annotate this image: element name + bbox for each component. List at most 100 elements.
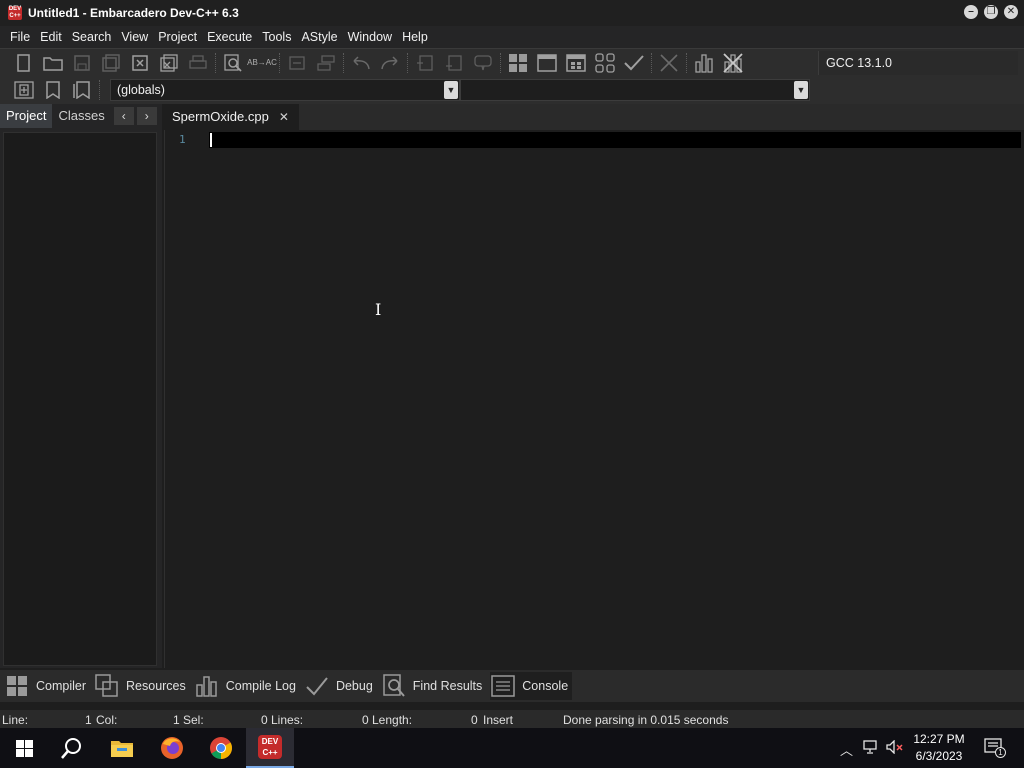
title-bar: DEV C++ Untitled1 - Embarcadero Dev-C++ … — [0, 0, 1024, 26]
tab-compile-log[interactable]: Compile Log — [194, 672, 296, 700]
tab-console-label: Console — [522, 679, 569, 693]
taskbar-firefox[interactable] — [148, 728, 196, 768]
find-icon[interactable] — [221, 51, 245, 75]
editor-tab[interactable]: SpermOxide.cpp ✕ — [164, 104, 299, 130]
folder-icon — [111, 741, 133, 757]
code-editor[interactable]: 1 I — [164, 130, 1024, 668]
toolbar-separator — [651, 52, 653, 73]
tab-console[interactable]: Console — [490, 672, 573, 700]
open-folder-icon[interactable] — [41, 51, 65, 75]
bar-chart-icon — [194, 673, 220, 699]
toolbar-separator — [99, 80, 101, 100]
comment-icon[interactable] — [285, 51, 309, 75]
menu-tools[interactable]: Tools — [257, 26, 296, 48]
compile-run-icon[interactable] — [564, 51, 588, 75]
chevron-down-icon[interactable]: ▼ — [444, 81, 458, 99]
menu-window[interactable]: Window — [343, 26, 397, 48]
close-all-icon[interactable] — [157, 51, 181, 75]
menu-astyle[interactable]: AStyle — [296, 26, 342, 48]
project-tree[interactable] — [3, 132, 157, 666]
start-button[interactable] — [0, 728, 48, 768]
status-col-value: 1 — [173, 713, 180, 727]
tab-project[interactable]: Project — [0, 104, 53, 128]
tab-classes[interactable]: Classes — [52, 104, 110, 128]
tab-find-results[interactable]: Find Results — [381, 672, 482, 700]
chevron-up-icon[interactable]: ︿ — [840, 740, 853, 759]
taskbar-search[interactable] — [48, 728, 96, 768]
tab-find-results-label: Find Results — [412, 679, 483, 693]
delete-profile-icon[interactable] — [721, 51, 745, 75]
class-toolbar: (globals) ▼ ▼ — [0, 76, 1024, 104]
compile-icon[interactable] — [506, 51, 530, 75]
close-icon[interactable]: ✕ — [279, 105, 289, 129]
syntax-check-icon[interactable] — [622, 51, 646, 75]
close-button[interactable]: ✕ — [1004, 5, 1018, 19]
indent-icon[interactable] — [413, 51, 437, 75]
firefox-icon — [161, 737, 183, 759]
menu-edit[interactable]: Edit — [35, 26, 67, 48]
tab-debug[interactable]: Debug — [304, 672, 373, 700]
tab-compile-log-label: Compile Log — [225, 679, 296, 693]
compiler-selector[interactable]: GCC 13.1.0 — [818, 51, 1018, 75]
minimize-button[interactable]: – — [964, 5, 978, 19]
new-file-icon[interactable] — [12, 51, 36, 75]
console-icon — [490, 673, 516, 699]
redo-icon[interactable] — [378, 51, 402, 75]
find-icon — [381, 673, 407, 699]
taskbar-devcpp[interactable]: DEV C++ — [246, 728, 294, 768]
undo-icon[interactable] — [349, 51, 373, 75]
tab-compiler-label: Compiler — [36, 679, 87, 693]
toolbar-separator — [500, 52, 502, 73]
save-all-icon[interactable] — [99, 51, 123, 75]
toggle-bookmark-icon[interactable] — [41, 78, 65, 102]
status-message: Done parsing in 0.015 seconds — [563, 713, 729, 727]
rebuild-all-icon[interactable] — [593, 51, 617, 75]
chevron-left-icon[interactable]: ‹ — [113, 107, 134, 125]
grid-icon — [4, 673, 30, 699]
menu-execute[interactable]: Execute — [202, 26, 257, 48]
system-clock[interactable]: 12:27 PM 6/3/2023 — [904, 731, 974, 765]
status-insert-mode: Insert — [483, 713, 514, 727]
taskbar-chrome[interactable] — [197, 728, 245, 768]
menu-project[interactable]: Project — [153, 26, 202, 48]
scope-combo[interactable]: (globals) ▼ — [110, 79, 460, 101]
profile-icon[interactable] — [692, 51, 716, 75]
menu-help[interactable]: Help — [397, 26, 433, 48]
resources-icon — [94, 673, 120, 699]
insert-code-icon[interactable] — [12, 78, 36, 102]
devcpp-app-icon: DEV C++ — [8, 6, 22, 20]
menu-view[interactable]: View — [116, 26, 153, 48]
toolbar-separator — [343, 52, 345, 73]
restore-button[interactable]: ❐ — [984, 5, 998, 19]
replace-icon[interactable]: AB→AC — [247, 51, 277, 75]
print-icon[interactable] — [186, 51, 210, 75]
run-icon[interactable] — [535, 51, 559, 75]
status-length-value: 0 — [471, 713, 478, 727]
tab-resources[interactable]: Resources — [94, 672, 186, 700]
checkmark-icon — [304, 673, 330, 699]
network-icon[interactable] — [863, 740, 879, 757]
status-bar: Line: 1 Col: 1 Sel: 0 Lines: 0 Length: 0… — [0, 710, 1024, 730]
chevron-down-icon[interactable]: ▼ — [794, 81, 808, 99]
current-line-highlight — [209, 132, 1021, 148]
unindent-icon[interactable] — [442, 51, 466, 75]
stop-execution-icon[interactable] — [657, 51, 681, 75]
notifications-icon[interactable]: 1 — [984, 737, 1006, 760]
uncomment-icon[interactable] — [314, 51, 338, 75]
menu-file[interactable]: File — [5, 26, 35, 48]
taskbar-file-explorer[interactable] — [98, 728, 146, 768]
bookmark-comment-icon[interactable] — [471, 51, 495, 75]
menu-search[interactable]: Search — [67, 26, 117, 48]
close-file-icon[interactable] — [128, 51, 152, 75]
search-icon — [61, 738, 81, 759]
toolbar-separator — [686, 52, 688, 73]
ibeam-cursor-icon: I — [375, 300, 382, 319]
status-col-label: Col: — [96, 713, 118, 727]
goto-bookmark-icon[interactable] — [70, 78, 94, 102]
toolbar-separator — [279, 52, 281, 73]
save-icon[interactable] — [70, 51, 94, 75]
tab-compiler[interactable]: Compiler — [4, 672, 86, 700]
volume-muted-icon[interactable] — [886, 739, 904, 757]
chevron-right-icon[interactable]: › — [136, 107, 157, 125]
function-combo[interactable]: ▼ — [460, 79, 810, 101]
